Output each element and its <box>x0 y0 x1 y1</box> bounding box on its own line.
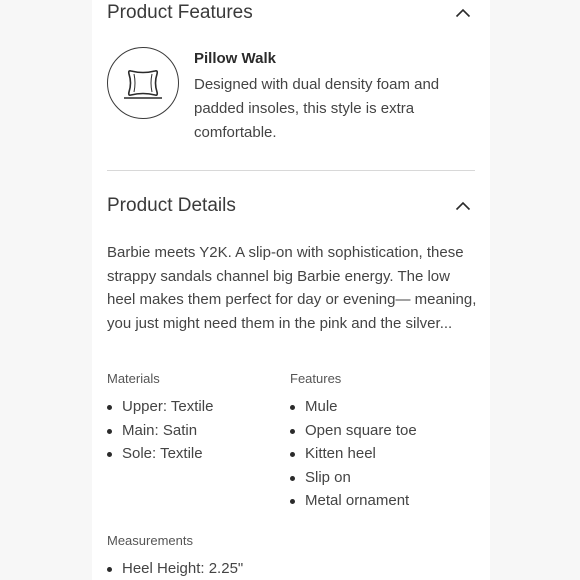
list-item: Metal ornament <box>290 489 417 513</box>
features-list: Mule Open square toe Kitten heel Slip on… <box>290 395 417 513</box>
list-item: Main: Satin <box>107 419 213 443</box>
measurements-list: Heel Height: 2.25" <box>107 557 243 580</box>
list-item: Slip on <box>290 466 417 490</box>
chevron-up-icon[interactable] <box>455 201 471 211</box>
list-item: Heel Height: 2.25" <box>107 557 243 580</box>
product-features-title: Product Features <box>107 2 253 23</box>
section-divider <box>107 170 475 171</box>
product-details-title: Product Details <box>107 195 236 216</box>
list-item: Upper: Textile <box>107 395 213 419</box>
list-item: Mule <box>290 395 417 419</box>
product-info-panel: Product Features Pillow Walk Designed wi… <box>92 0 490 580</box>
chevron-up-icon[interactable] <box>455 8 471 18</box>
list-item: Open square toe <box>290 419 417 443</box>
measurements-label: Measurements <box>107 533 193 548</box>
feature-description: Designed with dual density foam and padd… <box>194 76 440 141</box>
list-item: Kitten heel <box>290 442 417 466</box>
materials-list: Upper: Textile Main: Satin Sole: Textile <box>107 395 213 466</box>
feature-name: Pillow Walk <box>194 50 276 67</box>
list-item: Sole: Textile <box>107 442 213 466</box>
features-label: Features <box>290 371 342 386</box>
pillow-icon <box>107 47 179 119</box>
materials-label: Materials <box>107 371 160 386</box>
product-features-header[interactable]: Product Features <box>107 0 475 28</box>
product-details-header[interactable]: Product Details <box>107 191 475 221</box>
product-description: Barbie meets Y2K. A slip-on with sophist… <box>107 244 477 332</box>
